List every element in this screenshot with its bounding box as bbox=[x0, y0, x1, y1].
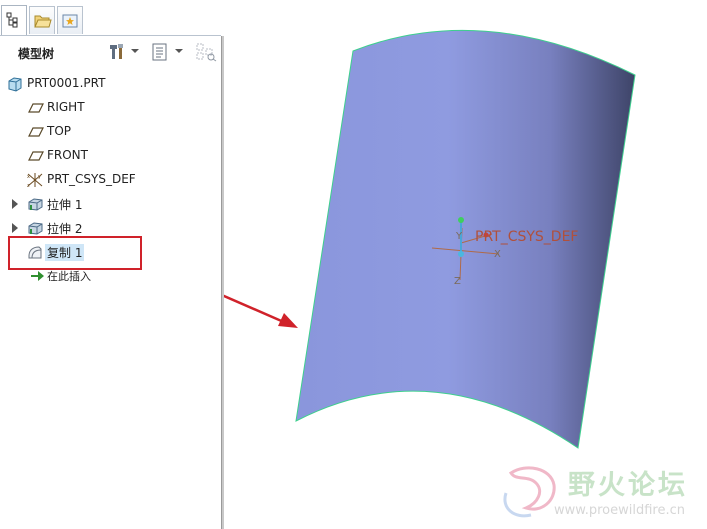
tree-item-label: 在此插入 bbox=[47, 270, 91, 283]
filter-button[interactable] bbox=[195, 42, 217, 62]
axis-x-label: X bbox=[494, 249, 501, 260]
axis-y-label: Y bbox=[456, 231, 463, 242]
insert-here-arrow-icon bbox=[31, 271, 44, 281]
datum-plane-icon bbox=[28, 127, 44, 137]
model-tree-title: 模型树 bbox=[18, 47, 55, 61]
tree-item-part[interactable]: PRT0001.PRT bbox=[0, 72, 221, 96]
svg-text:x: x bbox=[27, 174, 30, 180]
tree-item-right-plane[interactable]: RIGHT bbox=[0, 96, 221, 120]
part-icon bbox=[8, 77, 22, 92]
tree-item-label: FRONT bbox=[47, 148, 88, 162]
annotation-highlight-box bbox=[8, 236, 142, 270]
model-tree-toolbar: 模型树 bbox=[0, 37, 221, 67]
svg-text:z: z bbox=[27, 183, 30, 188]
graphics-viewport[interactable]: PRT_CSYS_DEF X Y Z 野火论坛 www.proewildfire… bbox=[224, 0, 707, 529]
tab-folder-browser[interactable] bbox=[29, 6, 55, 34]
tree-item-label: PRT0001.PRT bbox=[27, 76, 106, 90]
datum-plane-icon bbox=[28, 103, 44, 113]
tools-icon bbox=[110, 44, 123, 59]
annotation-arrow bbox=[224, 294, 298, 328]
favorites-tab-icon bbox=[62, 14, 78, 28]
tree-item-extrude-1[interactable]: 拉伸 1 bbox=[0, 192, 221, 216]
model-tree-tab-icon bbox=[6, 12, 18, 28]
settings-dropdown-caret[interactable] bbox=[175, 49, 183, 53]
tree-item-front-plane[interactable]: FRONT bbox=[0, 144, 221, 168]
navigator-tab-strip bbox=[0, 0, 221, 36]
tree-item-top-plane[interactable]: TOP bbox=[0, 120, 221, 144]
axis-z-label: Z bbox=[454, 276, 461, 287]
folder-browser-tab-icon bbox=[34, 15, 52, 28]
tree-item-label: 拉伸 1 bbox=[47, 198, 83, 212]
copied-surface bbox=[295, 29, 636, 449]
tree-item-label: RIGHT bbox=[47, 100, 85, 114]
tab-baseline bbox=[0, 35, 221, 36]
model-graphics bbox=[224, 29, 636, 449]
show-tools-button[interactable] bbox=[107, 42, 127, 62]
watermark-text: 野火论坛 bbox=[568, 470, 688, 501]
tree-item-label: PRT_CSYS_DEF bbox=[47, 172, 136, 186]
extrude-icon bbox=[28, 222, 43, 235]
tab-favorites[interactable] bbox=[57, 6, 83, 34]
coordinate-system-icon: x y z bbox=[27, 173, 43, 188]
expand-arrow-icon[interactable] bbox=[12, 223, 18, 233]
csys-label: PRT_CSYS_DEF bbox=[475, 229, 579, 245]
watermark-url: www.proewildfire.cn bbox=[554, 503, 685, 518]
extrude-icon bbox=[28, 198, 43, 211]
tab-model-tree[interactable] bbox=[1, 5, 27, 35]
tools-dropdown-caret[interactable] bbox=[131, 49, 139, 53]
filter-icon bbox=[196, 43, 217, 62]
svg-text:y: y bbox=[38, 174, 41, 180]
tree-item-label: 拉伸 2 bbox=[47, 222, 83, 236]
settings-list-icon bbox=[152, 43, 167, 61]
left-panel: 模型树 PRT0001.PRT RIGHT TOP FRONT x y z PR… bbox=[0, 0, 221, 529]
expand-arrow-icon[interactable] bbox=[12, 199, 18, 209]
tree-item-label: TOP bbox=[47, 124, 72, 138]
settings-button[interactable] bbox=[151, 42, 169, 62]
datum-plane-icon bbox=[28, 151, 44, 161]
tree-item-csys[interactable]: x y z PRT_CSYS_DEF bbox=[0, 168, 221, 192]
